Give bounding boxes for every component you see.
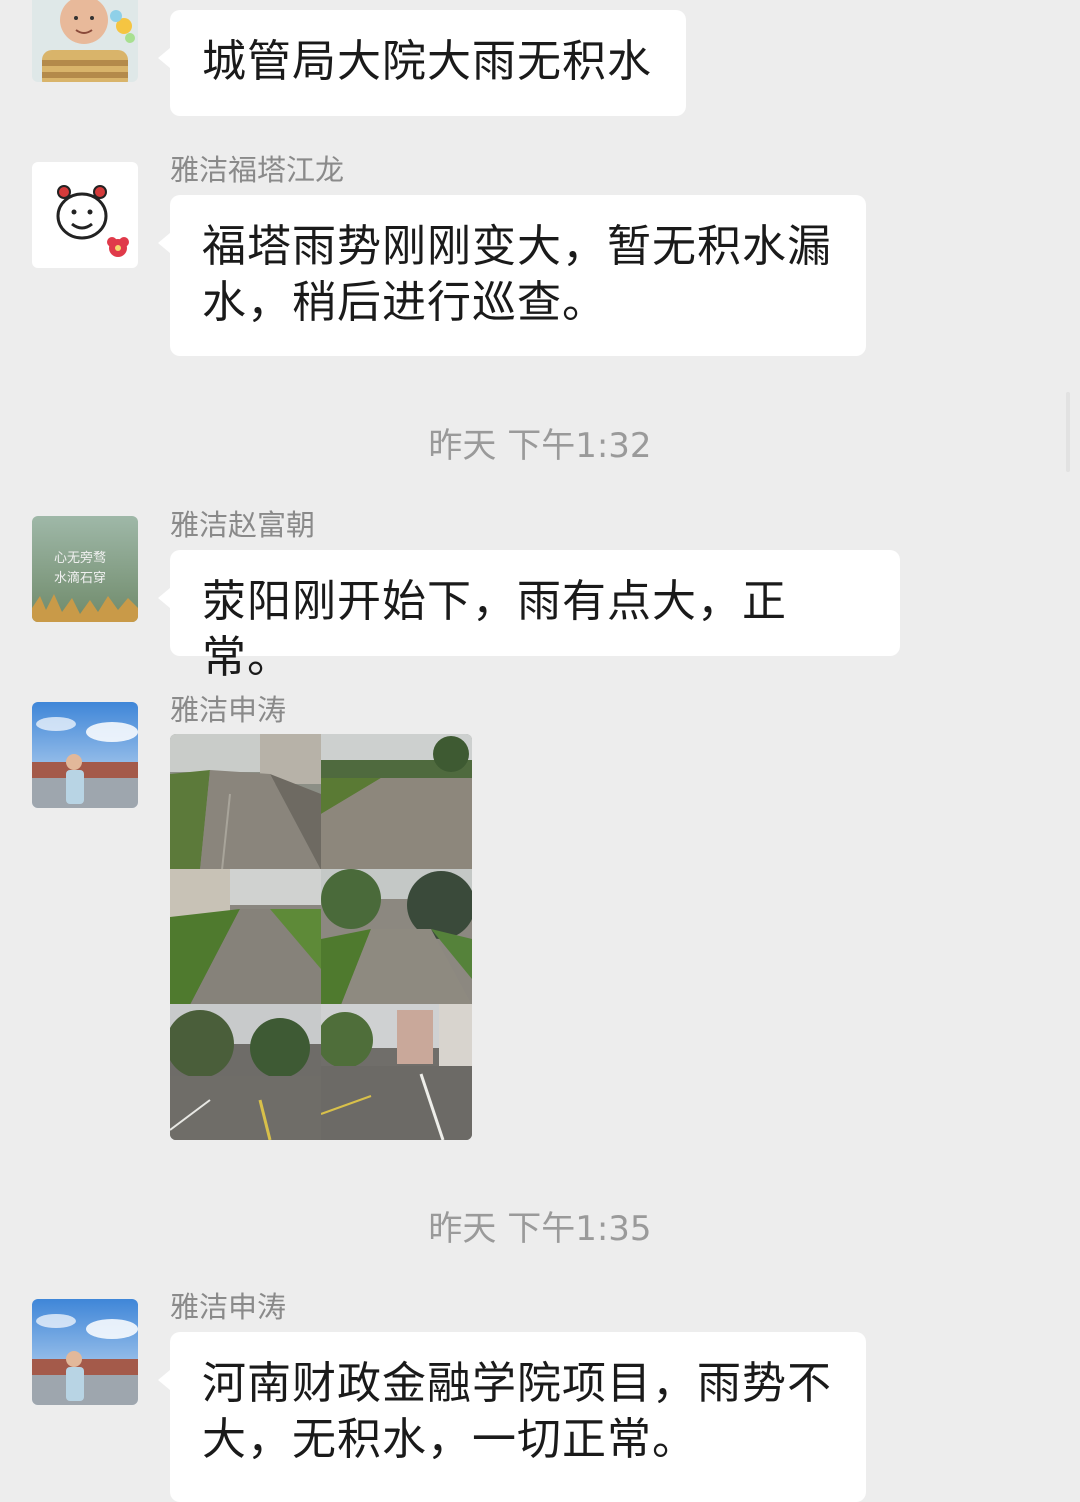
message-bubble[interactable]: 城管局大院大雨无积水 <box>158 10 686 116</box>
photo-thumbnail[interactable] <box>321 734 472 869</box>
avatar-caption-line: 水滴石穿 <box>54 570 106 586</box>
person-photo-icon <box>32 702 138 808</box>
message-text: 城管局大院大雨无积水 <box>202 36 652 87</box>
rainy-road-photo-icon <box>170 869 321 1004</box>
rainy-street-photo-icon <box>321 1004 472 1140</box>
person-photo-icon <box>32 1299 138 1405</box>
photo-thumbnail[interactable] <box>170 734 321 869</box>
rainy-street-photo-icon <box>170 1004 321 1140</box>
avatar-user-3[interactable]: 心无旁骛 水滴石穿 <box>32 516 138 622</box>
message-bubble[interactable]: 河南财政金融学院项目，雨势不 大，无积水，一切正常。 <box>158 1332 866 1502</box>
cartoon-face-icon <box>32 162 138 268</box>
avatar-user-2[interactable] <box>32 162 138 268</box>
message-text: 荥阳刚开始下，雨有点大，正常。 <box>202 576 787 683</box>
photo-thumbnail[interactable] <box>170 1004 321 1140</box>
sender-name: 雅洁福塔江龙 <box>170 153 345 187</box>
message-text-line: 水，稍后进行巡查。 <box>202 277 607 328</box>
sender-name: 雅洁申涛 <box>170 1290 287 1324</box>
message-text-line: 福塔雨势刚刚变大，暂无积水漏 <box>202 221 832 272</box>
photo-thumbnail[interactable] <box>321 1004 472 1140</box>
sender-name: 雅洁赵富朝 <box>170 508 316 542</box>
image-grid[interactable] <box>170 734 472 1140</box>
timestamp: 昨天 下午1:35 <box>428 1209 652 1249</box>
avatar-user-4[interactable] <box>32 1299 138 1405</box>
rainy-road-photo-icon <box>321 869 472 1004</box>
calligraphy-avatar-icon: 心无旁骛 水滴石穿 <box>32 516 138 622</box>
rainy-road-photo-icon <box>170 734 321 869</box>
person-photo-icon <box>32 0 138 82</box>
photo-thumbnail[interactable] <box>321 869 472 1004</box>
message-bubble[interactable]: 荥阳刚开始下，雨有点大，正常。 <box>158 550 900 683</box>
sender-name: 雅洁申涛 <box>170 693 287 727</box>
photo-thumbnail[interactable] <box>170 869 321 1004</box>
chat-message-list[interactable]: 城管局大院大雨无积水 雅洁福塔江龙 福塔雨势刚刚变大，暂无积水漏 水，稍后进行巡… <box>0 0 1080 1502</box>
avatar-caption-line: 心无旁骛 <box>54 550 106 566</box>
timestamp: 昨天 下午1:32 <box>428 426 652 466</box>
message-text-line: 河南财政金融学院项目，雨势不 <box>202 1358 832 1409</box>
avatar-user-1[interactable] <box>32 0 138 82</box>
message-bubble[interactable]: 福塔雨势刚刚变大，暂无积水漏 水，稍后进行巡查。 <box>158 195 866 356</box>
message-text-line: 大，无积水，一切正常。 <box>202 1414 697 1465</box>
avatar-user-4[interactable] <box>32 702 138 808</box>
rainy-road-photo-icon <box>321 734 472 869</box>
